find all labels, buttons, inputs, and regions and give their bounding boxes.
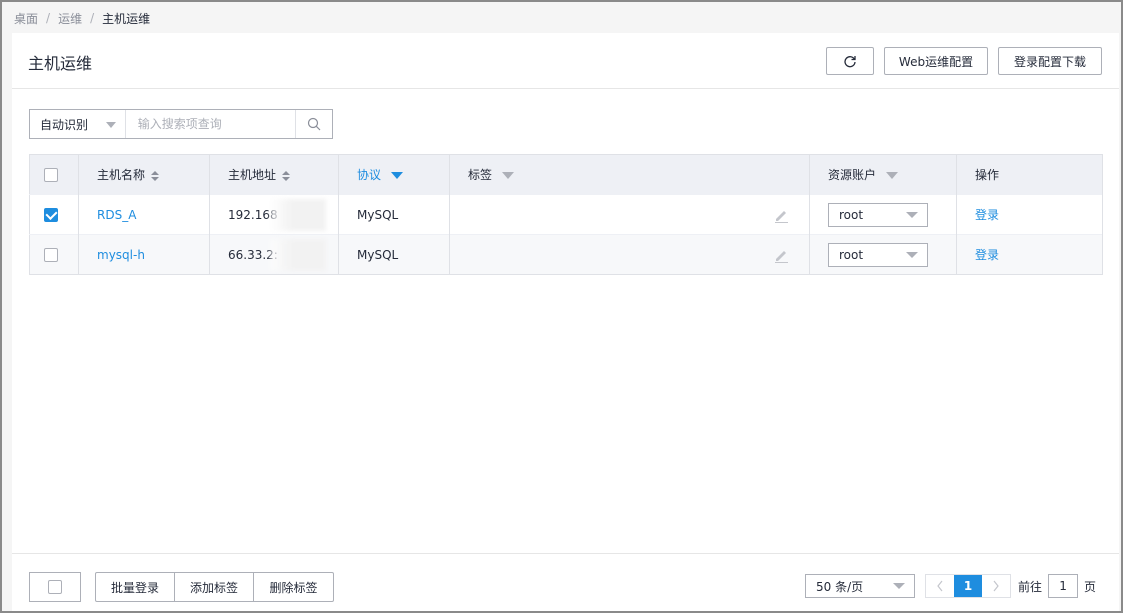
goto-prefix: 前往 [1018,579,1043,594]
row-checkbox[interactable] [44,247,58,262]
batch-login-button[interactable]: 批量登录 [96,573,175,601]
chevron-right-icon [993,580,999,592]
row-checkbox[interactable] [44,207,58,222]
search-filter-value: 自动识别 [40,117,89,132]
pagination: 1 [925,574,1011,598]
account-cell: root [809,194,957,235]
column-tags[interactable]: 标签 [449,154,810,195]
login-config-download-button[interactable]: 登录配置下载 [998,47,1102,75]
edit-icon[interactable] [773,247,789,263]
page-title: 主机运维 [28,54,93,73]
login-link[interactable]: 登录 [975,208,999,222]
breadcrumb-separator: / [90,11,95,25]
sort-icon[interactable] [282,170,291,181]
panel-header: 主机运维 Web运维配置 登录配置下载 [12,33,1119,89]
chevron-left-icon [937,580,943,592]
column-label: 操作 [975,168,1000,182]
next-page-button[interactable] [982,575,1010,597]
goto-page: 前往 1 页 [1018,574,1096,598]
account-select[interactable]: root [828,242,928,267]
account-value: root [839,247,864,262]
row-select-cell [29,234,79,275]
chevron-down-icon [105,122,116,128]
host-address-cell: 192.168 [209,194,339,235]
select-all-cell [29,154,79,195]
prev-page-button[interactable] [926,575,954,597]
page-size-select[interactable]: 50 条/页 [805,574,915,598]
search-bar: 自动识别 [29,109,333,139]
table-row: mysql-h 66.33.2: MySQL root 登录 [29,234,1103,275]
host-name-link[interactable]: RDS_A [97,208,136,222]
add-tag-button[interactable]: 添加标签 [175,573,254,601]
chevron-down-icon [893,583,905,589]
account-cell: root [809,234,957,275]
search-button[interactable] [295,110,332,138]
filter-icon[interactable] [502,172,515,179]
breadcrumb-item-ops[interactable]: 运维 [58,10,82,27]
host-name-link[interactable]: mysql-h [97,248,145,262]
goto-page-input[interactable]: 1 [1048,574,1079,598]
host-table: 主机名称 主机地址 协议 标签 资源账户 操作 RDS_A 192.168 My… [29,154,1103,275]
search-filter-select[interactable]: 自动识别 [30,110,126,138]
column-label: 协议 [357,168,382,182]
host-name-cell: RDS_A [78,194,210,235]
table-header-row: 主机名称 主机地址 协议 标签 资源账户 操作 [29,154,1103,195]
delete-tag-button[interactable]: 删除标签 [254,573,333,601]
footer-select-all[interactable] [29,572,81,602]
search-icon [307,117,321,131]
host-address-cell: 66.33.2: [209,234,339,275]
column-host-name[interactable]: 主机名称 [78,154,210,195]
action-cell: 登录 [956,234,1103,275]
redaction-blur [270,239,326,271]
tags-cell [449,194,810,235]
footer-select-all-checkbox[interactable] [48,580,62,594]
chevron-down-icon [906,251,918,258]
bulk-action-group: 批量登录 添加标签 删除标签 [95,572,334,602]
filter-icon[interactable] [886,172,899,179]
table-footer: 批量登录 添加标签 删除标签 50 条/页 1 前往 1 页 [12,553,1119,611]
login-link[interactable]: 登录 [975,248,999,262]
host-name-cell: mysql-h [78,234,210,275]
redaction-blur [270,199,326,231]
column-protocol[interactable]: 协议 [338,154,450,195]
protocol-value: MySQL [357,207,399,222]
select-all-checkbox[interactable] [44,167,58,182]
table-row: RDS_A 192.168 MySQL root 登录 [29,194,1103,235]
action-cell: 登录 [956,194,1103,235]
goto-suffix: 页 [1084,579,1097,594]
search-input[interactable] [125,110,296,138]
breadcrumb-current: 主机运维 [102,11,151,26]
sort-icon[interactable] [151,170,160,181]
main-panel: 主机运维 Web运维配置 登录配置下载 自动识别 输入搜索项查询 主机名称 主机… [12,33,1119,611]
column-label: 主机名称 [97,168,146,182]
protocol-cell: MySQL [338,194,450,235]
chevron-down-icon [906,211,918,218]
column-host-address[interactable]: 主机地址 [209,154,339,195]
column-label: 标签 [468,168,493,182]
page-size-value: 50 条/页 [816,579,864,594]
protocol-cell: MySQL [338,234,450,275]
column-actions: 操作 [956,154,1103,195]
column-resource-account[interactable]: 资源账户 [809,154,957,195]
protocol-value: MySQL [357,247,399,262]
app-frame: 桌面 / 运维 / 主机运维 主机运维 Web运维配置 登录配置下载 自动识别 [0,0,1123,613]
breadcrumb-separator: / [46,11,51,25]
row-select-cell [29,194,79,235]
account-select[interactable]: root [828,202,928,227]
page-number-current[interactable]: 1 [954,575,982,597]
breadcrumb-item-desktop[interactable]: 桌面 [14,10,38,27]
web-config-button[interactable]: Web运维配置 [884,47,988,75]
tags-cell [449,234,810,275]
refresh-button[interactable] [826,47,874,75]
filter-icon[interactable] [391,172,404,179]
edit-icon[interactable] [773,207,789,223]
account-value: root [839,207,864,222]
breadcrumb: 桌面 / 运维 / 主机运维 [14,9,150,27]
column-label: 主机地址 [228,168,277,182]
column-label: 资源账户 [828,168,877,182]
refresh-icon [844,56,856,68]
